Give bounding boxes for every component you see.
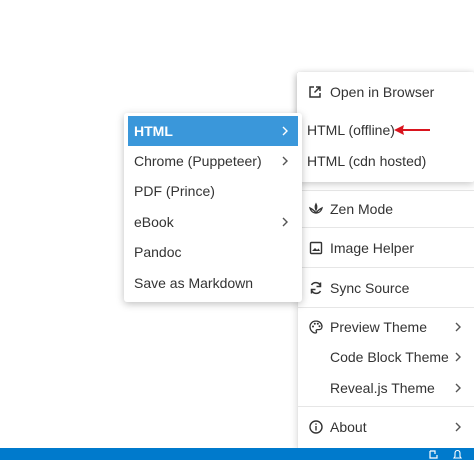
html-export-submenu: HTML Chrome (Puppeteer) PDF (Prince) eBo… [124, 113, 302, 302]
menu-item-label: Code Block Theme [330, 349, 449, 365]
annotation-arrow-icon [394, 125, 430, 135]
info-icon [308, 419, 324, 435]
bell-icon[interactable] [452, 449, 463, 460]
submenu-item-label: HTML (offline) [307, 122, 395, 138]
menu-item-image-helper[interactable]: Image Helper [298, 233, 474, 263]
zen-mode-icon [308, 201, 324, 217]
submenu-item-chrome-puppeteer[interactable]: Chrome (Puppeteer) [128, 146, 298, 176]
menu-divider [298, 267, 474, 268]
menu-divider [298, 307, 474, 308]
submenu-item-label: HTML [134, 123, 173, 139]
menu-item-label: Image Helper [330, 240, 415, 256]
submenu-item-label: Open in Browser [330, 84, 435, 100]
menu-item-label: Reveal.js Theme [330, 380, 435, 396]
menu-item-preview-theme[interactable]: Preview Theme [298, 312, 474, 342]
submenu-item-label: Save as Markdown [134, 275, 254, 291]
image-icon [308, 240, 324, 256]
submenu-item-html[interactable]: HTML [128, 116, 298, 146]
submenu-item-html-offline[interactable]: HTML (offline) [297, 115, 474, 145]
export-submenu: Open in Browser HTML (offline) HTML (cdn… [297, 72, 474, 182]
menu-item-revealjs-theme[interactable]: Reveal.js Theme [298, 373, 474, 403]
chevron-right-icon [455, 352, 461, 362]
sync-icon [308, 280, 324, 296]
submenu-item-label: HTML (cdn hosted) [307, 153, 427, 169]
submenu-item-open-in-browser[interactable]: Open in Browser [297, 77, 474, 107]
chevron-right-icon [282, 126, 288, 136]
menu-item-label: About [330, 419, 367, 435]
menu-item-code-block-theme[interactable]: Code Block Theme [298, 342, 474, 372]
submenu-item-ebook[interactable]: eBook [128, 207, 298, 237]
status-bar [0, 448, 474, 460]
submenu-item-save-as-markdown[interactable]: Save as Markdown [128, 268, 298, 298]
submenu-item-pdf-prince[interactable]: PDF (Prince) [128, 176, 298, 206]
chevron-right-icon [455, 422, 461, 432]
menu-item-sync-source[interactable]: Sync Source [298, 273, 474, 303]
open-external-icon [307, 84, 323, 100]
submenu-item-html-cdn-hosted[interactable]: HTML (cdn hosted) [297, 146, 474, 176]
menu-item-zen-mode[interactable]: Zen Mode [298, 194, 474, 224]
menu-item-label: Preview Theme [330, 319, 428, 335]
remote-icon[interactable] [428, 449, 439, 460]
menu-divider [298, 227, 474, 228]
menu-item-label: Zen Mode [330, 201, 394, 217]
chevron-right-icon [455, 383, 461, 393]
chevron-right-icon [282, 217, 288, 227]
palette-icon [308, 319, 324, 335]
menu-item-about[interactable]: About [298, 412, 474, 442]
submenu-item-pandoc[interactable]: Pandoc [128, 237, 298, 267]
submenu-item-label: eBook [134, 214, 174, 230]
menu-divider [298, 406, 474, 407]
submenu-item-label: PDF (Prince) [134, 183, 215, 199]
chevron-right-icon [455, 322, 461, 332]
menu-item-label: Sync Source [330, 280, 410, 296]
menu-divider [298, 190, 474, 191]
chevron-right-icon [282, 156, 288, 166]
submenu-item-label: Chrome (Puppeteer) [134, 153, 262, 169]
submenu-item-label: Pandoc [134, 244, 182, 260]
